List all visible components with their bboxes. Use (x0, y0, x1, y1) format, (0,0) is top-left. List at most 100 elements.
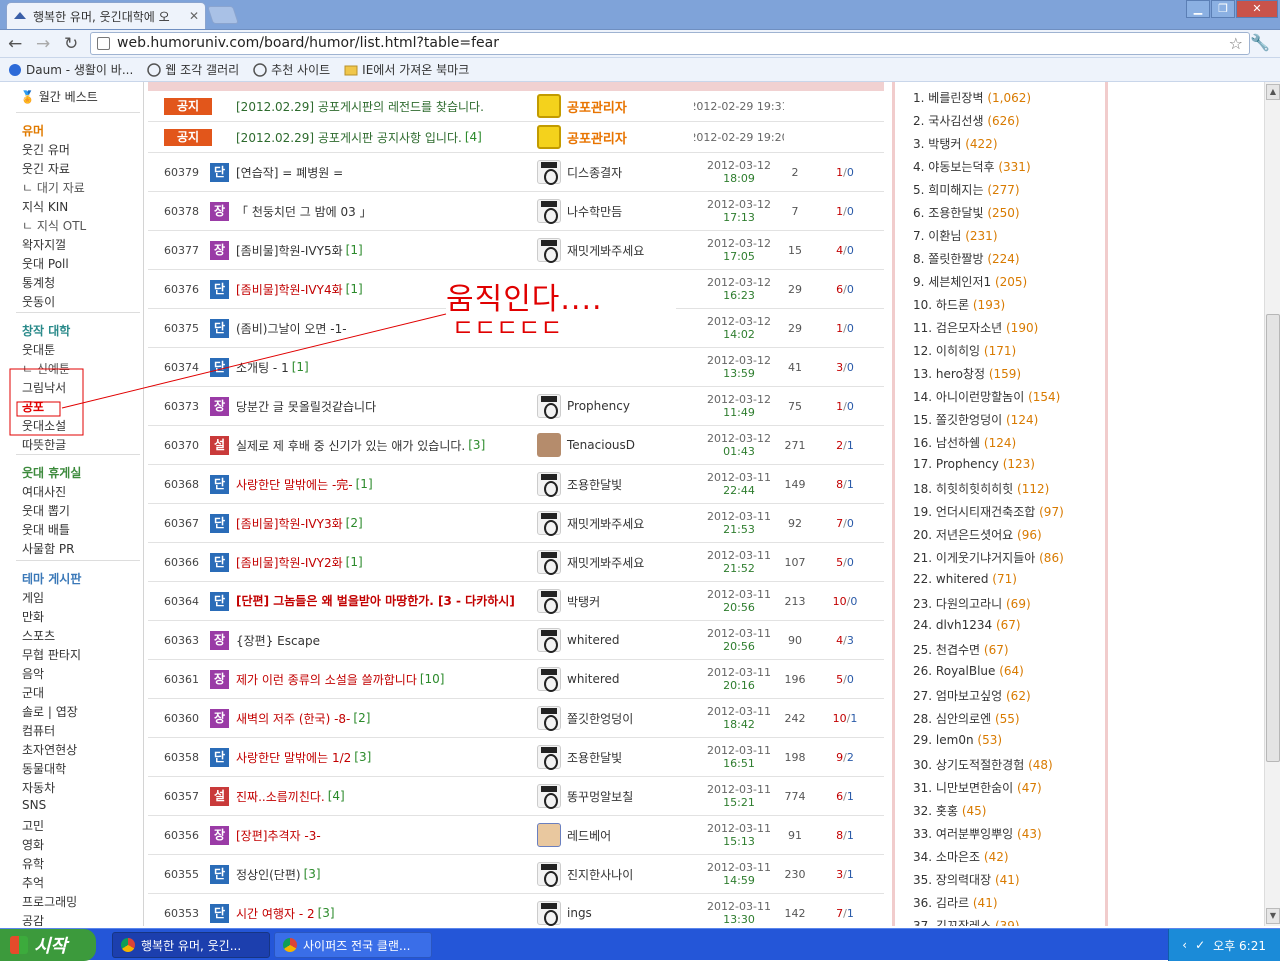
post-title[interactable]: 「 천둥치던 그 밤에 03 」 (236, 192, 536, 230)
nav-item[interactable]: 웃대 배틀 (22, 521, 70, 538)
nav-item[interactable]: 만화 (22, 608, 44, 625)
post-title[interactable]: 소개팅 - 1 [1] (236, 348, 536, 386)
ranking-item[interactable]: 30. 상기도적절한경험 (48) (913, 756, 1053, 773)
table-row[interactable]: 60361 장 제가 이런 종류의 소설을 쓸까합니다 [10] whitered 201… (148, 660, 884, 699)
ranking-item[interactable]: 12. 이히히잉 (171) (913, 342, 1016, 359)
table-row[interactable]: 60355 단 정상인(단편) [3] 진지한사나이 2012-03-11 14:59 230… (148, 855, 884, 894)
ranking-item[interactable]: 5. 희미해지는 (277) (913, 181, 1020, 198)
nav-item[interactable]: 게임 (22, 589, 44, 606)
nav-item[interactable]: 고민 (22, 817, 44, 834)
post-author[interactable]: 조용한달빛 (537, 465, 677, 503)
ranking-item[interactable]: 28. 심안의로엔 (55) (913, 710, 1020, 727)
maximize-icon[interactable]: ❐ (1211, 0, 1235, 18)
table-row[interactable]: 60353 단 시간 여행자 - 2 [3] ings 2012-03-11 13:30 14… (148, 894, 884, 926)
ranking-item[interactable]: 1. 베를린장벽 (1,062) (913, 89, 1031, 106)
bookmark-daum[interactable]: Daum - 생활이 바... (8, 61, 133, 78)
nav-item[interactable]: 웃대툰 (22, 341, 55, 358)
post-title[interactable]: [단편] 그놈들은 왜 벌을받아 마땅한가. [3 - 다카하시] (236, 582, 536, 620)
bookmark-ie-folder[interactable]: IE에서 가져온 북마크 (344, 61, 469, 78)
post-title[interactable]: 사랑한단 말밖에는 -完- [1] (236, 465, 536, 503)
wrench-menu-icon[interactable]: 🔧 (1250, 33, 1270, 52)
table-row[interactable]: 60367 단 [좀비물]학원-IVY3화 [2] 재밋게봐주세요 2012-03-11 2… (148, 504, 884, 543)
table-row[interactable]: 60378 장 「 천둥치던 그 밤에 03 」 나수학만듬 2012-03-12 17:… (148, 192, 884, 231)
bookmark-star-icon[interactable]: ☆ (1229, 33, 1243, 54)
post-title[interactable]: [좀비물]학원-IVY2화 [1] (236, 543, 536, 581)
nav-item[interactable]: 사물함 PR (22, 540, 75, 557)
table-row[interactable]: 60366 단 [좀비물]학원-IVY2화 [1] 재밋게봐주세요 2012-03-11 2… (148, 543, 884, 582)
post-title[interactable]: {장편} Escape (236, 621, 536, 659)
post-author[interactable]: 똥꾸멍알보칠 (537, 777, 677, 815)
post-author[interactable]: 재밋게봐주세요 (537, 231, 677, 269)
ranking-item[interactable]: 3. 박탱커 (422) (913, 135, 998, 152)
post-author[interactable]: 재밋게봐주세요 (537, 543, 677, 581)
nav-item[interactable]: 공감 (22, 912, 44, 926)
nav-item[interactable]: ㄴ 신예툰 (22, 360, 70, 377)
ranking-item[interactable]: 7. 이환님 (231) (913, 227, 998, 244)
nav-item[interactable]: 공포 (22, 398, 44, 415)
nav-item[interactable]: SNS (22, 798, 46, 812)
start-button[interactable]: 시작 (0, 929, 96, 961)
ranking-item[interactable]: 29. lem0n (53) (913, 733, 1002, 747)
nav-item[interactable]: 웃대 뽑기 (22, 502, 70, 519)
new-tab-button[interactable] (207, 6, 239, 24)
nav-item[interactable]: 프로그래밍 (22, 893, 77, 910)
post-author[interactable]: 진지한사나이 (537, 855, 677, 893)
post-author[interactable]: Prophency (537, 387, 677, 425)
ranking-item[interactable]: 22. whitered (71) (913, 572, 1017, 586)
minimize-icon[interactable]: ▁ (1186, 0, 1210, 18)
table-row[interactable]: 60377 장 [좀비물]학원-IVY5화 [1] 재밋게봐주세요 2012-03-12 1… (148, 231, 884, 270)
nav-item[interactable]: 군대 (22, 684, 44, 701)
ranking-item[interactable]: 8. 쫄릿한짤방 (224) (913, 250, 1020, 267)
table-row[interactable]: 60363 장 {장편} Escape whitered 2012-03-11 20:56… (148, 621, 884, 660)
table-row[interactable]: 60374 단 소개팅 - 1 [1] 2012-03-12 13:59 41 3 / 0 (148, 348, 884, 387)
table-row[interactable]: 60379 단 [연습작] = 폐병원 = 디스종결자 2012-03-12 18:09 2… (148, 153, 884, 192)
ranking-item[interactable]: 24. dlvh1234 (67) (913, 618, 1021, 632)
post-title[interactable]: 당분간 글 못올릴것같습니다 (236, 387, 536, 425)
monthly-best-link[interactable]: 🏅 월간 베스트 (20, 88, 98, 105)
page-scrollbar[interactable]: ▲ ▼ (1264, 82, 1280, 926)
bookmark-web-slice[interactable]: 웹 조각 갤러리 (147, 61, 239, 78)
post-author[interactable]: 쫄깃한엉덩이 (537, 699, 677, 737)
nav-item[interactable]: 컴퓨터 (22, 722, 55, 739)
table-row[interactable]: 60364 단 [단편] 그놈들은 왜 벌을받아 마땅한가. [3 - 다카하시] 박… (148, 582, 884, 621)
post-title[interactable]: 사랑한단 말밖에는 1/2 [3] (236, 738, 536, 776)
network-icon[interactable]: ✓ (1195, 938, 1205, 952)
ranking-item[interactable]: 21. 이게웃기냐거지들아 (86) (913, 549, 1064, 566)
post-author[interactable]: 나수학만듬 (537, 192, 677, 230)
table-row[interactable]: 60368 단 사랑한단 말밖에는 -完- [1] 조용한달빛 2012-03-11 22:… (148, 465, 884, 504)
post-author[interactable]: 재밋게봐주세요 (537, 504, 677, 542)
post-title[interactable]: 진짜..소름끼친다. [4] (236, 777, 536, 815)
post-author[interactable]: ings (537, 894, 677, 926)
ranking-item[interactable]: 34. 소마은조 (42) (913, 848, 1009, 865)
nav-item[interactable]: 무협 판타지 (22, 646, 81, 663)
scroll-down-icon[interactable]: ▼ (1266, 908, 1280, 924)
table-row[interactable]: 60356 장 [장편]추격자 -3- 레드베어 2012-03-11 15:13 91 8 … (148, 816, 884, 855)
nav-item[interactable]: ㄴ 지식 OTL (22, 217, 86, 234)
notice-author[interactable]: 공포관리자 (537, 122, 677, 152)
tray-arrow-icon[interactable]: ‹ (1182, 938, 1187, 952)
tab-close-icon[interactable]: ✕ (189, 9, 199, 23)
ranking-item[interactable]: 15. 쫄깃한엉덩이 (124) (913, 411, 1038, 428)
nav-item[interactable]: 웃동이 (22, 293, 55, 310)
forward-icon[interactable]: → (36, 34, 50, 54)
back-icon[interactable]: ← (8, 34, 22, 54)
close-window-icon[interactable]: ✕ (1236, 0, 1278, 18)
ranking-item[interactable]: 36. 김라르 (41) (913, 894, 998, 911)
ranking-item[interactable]: 6. 조용한달빛 (250) (913, 204, 1020, 221)
table-row[interactable]: 60373 장 당분간 글 못올릴것같습니다 Prophency 2012-03-12 1… (148, 387, 884, 426)
ranking-item[interactable]: 20. 저년은드셧어요 (96) (913, 526, 1042, 543)
ranking-item[interactable]: 14. 아니이런망할놈이 (154) (913, 388, 1060, 405)
ranking-item[interactable]: 17. Prophency (123) (913, 457, 1035, 471)
notice-author[interactable]: 공포관리자 (537, 91, 677, 121)
browser-tab-active[interactable]: 행복한 유머, 웃긴대학에 오 ✕ (6, 2, 206, 29)
ranking-item[interactable]: 32. 홋홍 (45) (913, 802, 986, 819)
scroll-up-icon[interactable]: ▲ (1266, 84, 1280, 100)
ranking-item[interactable]: 37. 긴꼬장레스 (39) (913, 917, 1020, 926)
table-row[interactable]: 60360 장 새벽의 저주 (한국) -8- [2] 쫄깃한엉덩이 2012-03-11… (148, 699, 884, 738)
nav-item[interactable]: 웃긴 유머 (22, 141, 70, 158)
notice-title[interactable]: [2012.02.29] 공포게시판 공지사항 입니다. [4] (236, 122, 536, 152)
nav-item[interactable]: 지식 KIN (22, 198, 68, 215)
post-title[interactable]: 새벽의 저주 (한국) -8- [2] (236, 699, 536, 737)
bookmark-recommended[interactable]: 추천 사이트 (253, 61, 330, 78)
post-title[interactable]: 정상인(단편) [3] (236, 855, 536, 893)
